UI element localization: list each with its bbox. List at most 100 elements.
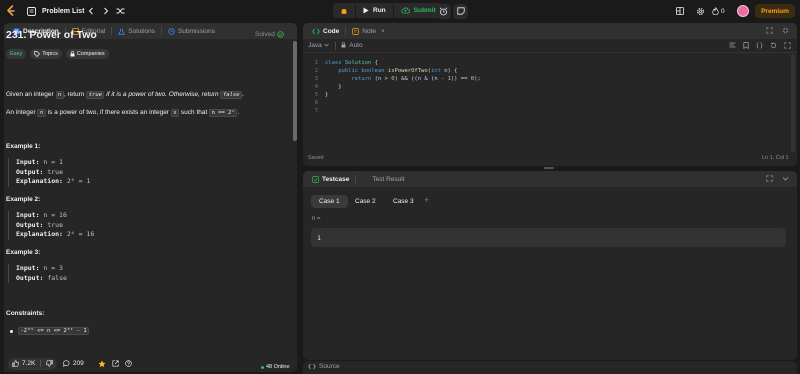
code-line: 1 class Solution { <box>303 59 793 67</box>
line-number: 7 <box>314 108 318 114</box>
constraint-text: -2³¹ <= n <= 2³¹ - 1 <box>18 327 90 335</box>
panel-resize-handle[interactable] <box>544 167 554 169</box>
desc1-text-a: Given an integer <box>6 91 54 98</box>
case-tab-3[interactable]: Case 3 <box>385 195 422 208</box>
tab-code[interactable]: Code <box>307 23 344 39</box>
case-2-label: Case 2 <box>355 198 376 205</box>
code-line: 6 <box>303 99 793 107</box>
tab-test-result[interactable]: Test Result <box>357 171 409 187</box>
run-button[interactable]: Run <box>356 3 393 18</box>
next-problem-icon[interactable] <box>103 0 109 22</box>
share-button[interactable] <box>112 360 119 367</box>
line-number: 1 <box>314 60 318 66</box>
example-2-block: Input: n = 16 Output: true Explanation: … <box>8 211 278 240</box>
tab-submissions[interactable]: Submissions <box>163 23 220 39</box>
code-scrollbar[interactable] <box>791 54 795 152</box>
param-value: 1 <box>317 233 321 242</box>
editor-actions <box>729 42 791 51</box>
lock-icon <box>70 51 75 57</box>
like-count: 7.2K <box>22 360 36 367</box>
ex1-output-label: Output: <box>16 167 44 176</box>
problem-list-icon[interactable] <box>27 0 36 22</box>
case-1-label: Case 1 <box>319 198 340 205</box>
lock-icon <box>341 41 346 50</box>
notes-button[interactable] <box>453 0 468 22</box>
tag-icon <box>34 51 41 57</box>
question-circle-icon <box>125 360 132 367</box>
ex3-input-value: n = 3 <box>43 264 63 272</box>
add-case-button[interactable]: + <box>424 195 429 205</box>
code-editor[interactable]: 1 class Solution { 2 public boolean isPow… <box>303 54 797 149</box>
close-note-icon[interactable]: × <box>381 28 385 35</box>
example-2-heading: Example 2: <box>6 196 41 203</box>
param-input[interactable]: 1 <box>311 228 786 247</box>
language-label: Java <box>308 42 322 49</box>
difficulty-badge: Easy <box>6 49 27 59</box>
tab-test-result-label: Test Result <box>372 175 405 183</box>
premium-button[interactable]: Premium <box>755 4 795 18</box>
prev-problem-icon[interactable] <box>88 0 94 22</box>
timer-button[interactable] <box>436 0 451 22</box>
expand-test-icon[interactable] <box>766 175 773 184</box>
cloud-upload-icon <box>401 7 410 14</box>
difficulty-label: Easy <box>10 51 23 57</box>
code-line: 4 } <box>303 83 793 91</box>
companies-chip[interactable]: Companies <box>65 49 109 59</box>
streak-counter[interactable]: 0 <box>712 0 725 22</box>
avatar[interactable] <box>737 5 749 17</box>
desc2-text-a: An integer <box>6 109 36 116</box>
ex3-output-value: false <box>47 273 67 282</box>
line-number: 3 <box>314 76 318 82</box>
language-select[interactable]: Java <box>308 42 329 49</box>
collapse-test-icon[interactable] <box>782 175 789 184</box>
description-paragraph-1: Given an integer n, return true if it is… <box>6 90 244 100</box>
source-bar <box>303 361 797 374</box>
ex1-input-label: Input: <box>16 158 40 166</box>
desc1-code-false: false <box>220 91 243 99</box>
desc1-code-true: true <box>86 91 105 99</box>
like-button[interactable]: 7.2K <box>8 357 57 370</box>
code-tabbar: Code Note × <box>303 23 797 39</box>
ex2-explanation-value: 2⁴ = 16 <box>66 230 95 238</box>
tab-note[interactable]: Note × <box>347 23 390 39</box>
ex2-input-value: n = 16 <box>43 211 67 219</box>
leetcode-logo-icon[interactable] <box>6 0 16 22</box>
code-icon <box>308 363 316 370</box>
shuffle-icon[interactable] <box>116 0 125 22</box>
top-navbar: Problem List Run Submit 0 Premium <box>0 0 800 22</box>
topics-chip[interactable]: Topics <box>30 49 62 59</box>
terminal-icon <box>362 176 369 183</box>
case-tab-1[interactable]: Case 1 <box>311 195 348 208</box>
star-icon <box>98 360 106 368</box>
tab-solutions-label: Solutions <box>128 27 155 35</box>
source-button[interactable]: Source <box>308 363 340 370</box>
example-3-heading: Example 3: <box>6 249 41 256</box>
format-icon[interactable] <box>729 42 736 51</box>
ex1-output-value: true <box>47 167 63 176</box>
thumbs-down-icon[interactable] <box>45 360 53 367</box>
line-number: 5 <box>314 92 318 98</box>
reset-icon[interactable] <box>770 42 777 51</box>
problem-list-link[interactable]: Problem List <box>42 0 84 22</box>
comments-button[interactable]: 209 <box>62 360 84 367</box>
sticky-note-icon <box>453 3 468 19</box>
tab-solutions[interactable]: Solutions <box>113 23 160 39</box>
fire-icon <box>712 7 719 15</box>
layout-button[interactable] <box>676 0 684 22</box>
settings-button[interactable] <box>696 0 705 22</box>
flask-icon <box>118 28 126 35</box>
help-button[interactable] <box>125 360 132 367</box>
auto-mode-toggle[interactable]: Auto <box>341 41 363 50</box>
debug-button[interactable] <box>333 3 355 18</box>
favorite-button[interactable] <box>98 360 106 368</box>
description-scrollbar[interactable] <box>293 39 297 372</box>
case-tab-2[interactable]: Case 2 <box>347 195 384 208</box>
expand-code-icon[interactable] <box>766 27 773 36</box>
braces-icon[interactable] <box>756 42 763 51</box>
source-label: Source <box>319 363 340 370</box>
line-number: 2 <box>314 68 318 74</box>
fullscreen-icon[interactable] <box>784 42 791 51</box>
minimize-code-icon[interactable] <box>782 27 789 36</box>
tab-testcase[interactable]: Testcase <box>307 171 354 187</box>
bookmark-icon[interactable] <box>743 42 749 51</box>
